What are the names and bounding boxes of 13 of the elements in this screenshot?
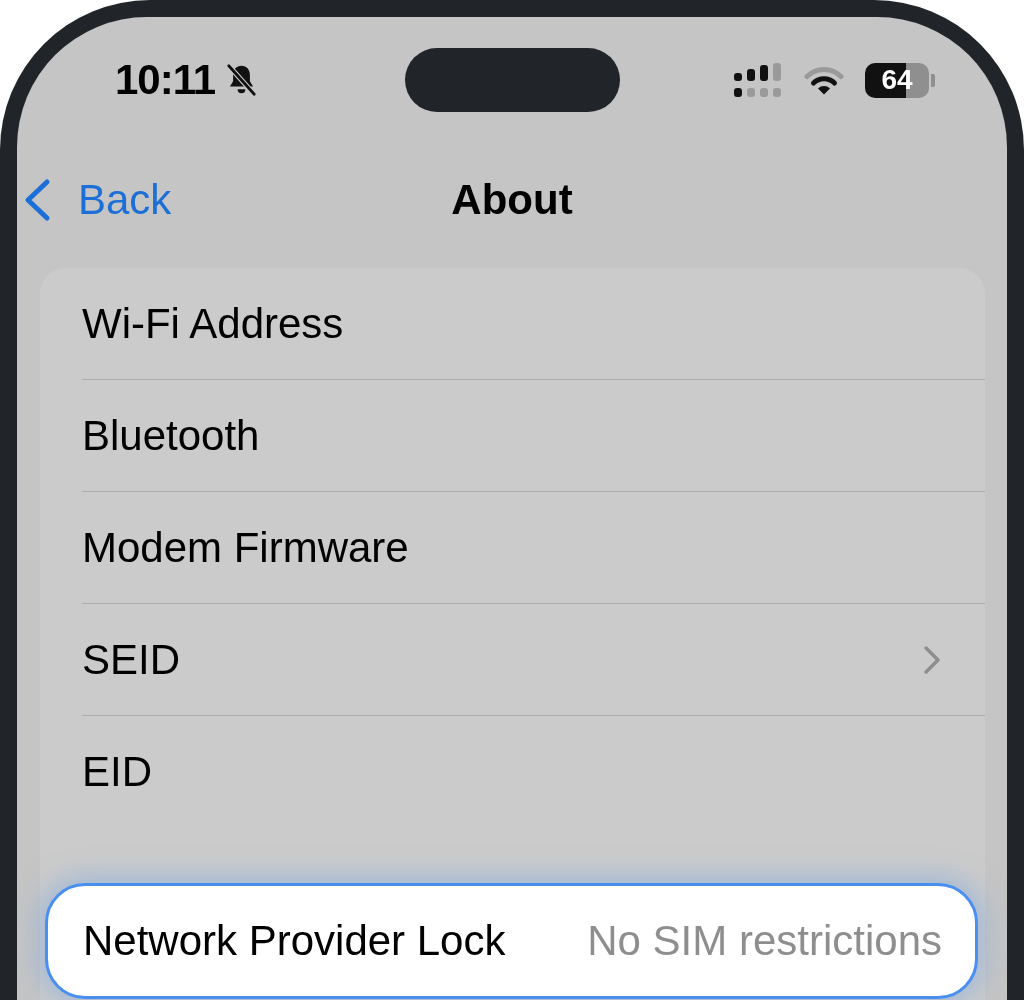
settings-row[interactable]: Modem Firmware bbox=[40, 492, 985, 604]
settings-row[interactable]: Wi-Fi Address bbox=[40, 268, 985, 380]
chevron-right-icon bbox=[922, 644, 942, 675]
row-value: No SIM restrictions bbox=[587, 917, 942, 965]
signal-icon bbox=[734, 62, 783, 98]
page-title: About bbox=[451, 175, 573, 226]
settings-row[interactable]: EID bbox=[40, 716, 985, 828]
wifi-icon bbox=[804, 64, 844, 96]
settings-row[interactable]: SEID bbox=[40, 604, 985, 716]
battery-percentage: 64 bbox=[881, 66, 913, 94]
status-time: 10:11 bbox=[115, 59, 216, 101]
settings-row[interactable]: Bluetooth bbox=[40, 380, 985, 492]
settings-row[interactable]: Network Provider Lock No SIM restrictions bbox=[45, 883, 978, 999]
